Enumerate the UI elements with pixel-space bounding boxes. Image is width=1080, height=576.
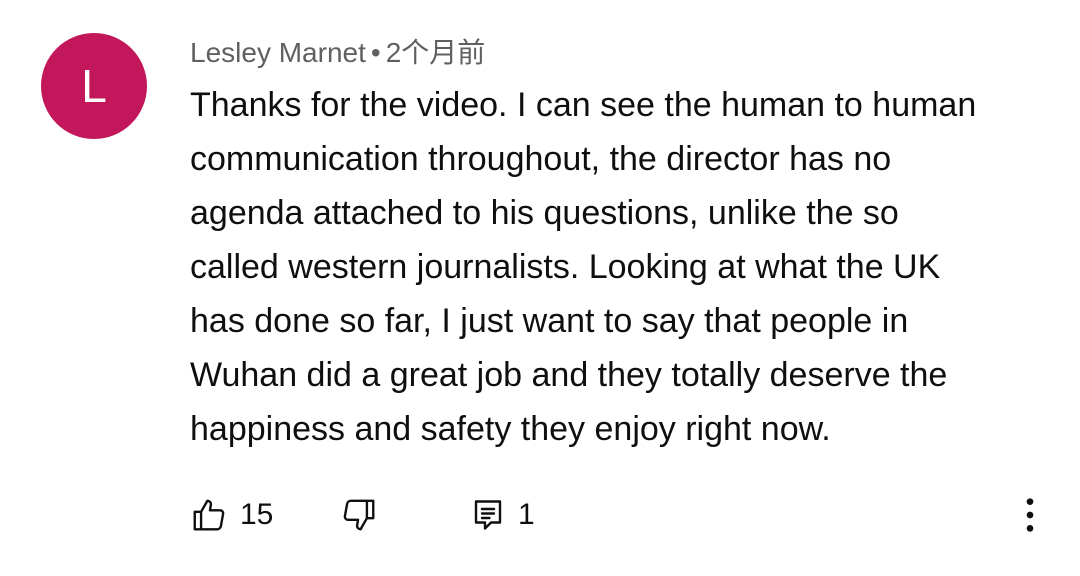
reply-count: 1	[518, 498, 535, 531]
separator-dot: •	[370, 37, 381, 68]
comment-actions: 15 1	[190, 490, 1050, 540]
reply-icon	[474, 500, 502, 530]
comment-header: Lesley Marnet • 2个月前	[190, 34, 485, 72]
comment-text-line: communication throughout, the director h…	[190, 140, 892, 178]
more-options-button[interactable]	[1016, 490, 1044, 540]
like-count: 15	[240, 498, 274, 531]
like-button[interactable]: 15	[190, 490, 273, 540]
comment-text-line: has done so far, I just want to say that…	[190, 302, 909, 340]
dislike-button[interactable]	[340, 490, 378, 540]
comment-text-line: agenda attached to his questions, unlike…	[190, 194, 899, 232]
comment-text-line: called western journalists. Looking at w…	[190, 248, 941, 286]
avatar[interactable]: L	[41, 33, 147, 139]
avatar-letter: L	[81, 60, 107, 112]
more-vertical-icon	[1026, 498, 1034, 532]
comment-card: L Lesley Marnet • 2个月前 Thanks for the vide…	[0, 0, 1080, 576]
thumbs-up-icon	[193, 499, 225, 531]
comment-text-line: happiness and safety they enjoy right no…	[190, 410, 831, 448]
reply-button[interactable]: 1	[470, 490, 535, 540]
author-name[interactable]: Lesley Marnet	[190, 37, 366, 68]
comment-text-line: Thanks for the video. I can see the huma…	[190, 86, 977, 124]
timestamp[interactable]: 2个月前	[386, 37, 486, 68]
thumbs-down-icon	[343, 499, 375, 531]
comment-text-line: Wuhan did a great job and they totally d…	[190, 356, 948, 394]
comment-text: Thanks for the video. I can see the huma…	[190, 78, 1060, 456]
